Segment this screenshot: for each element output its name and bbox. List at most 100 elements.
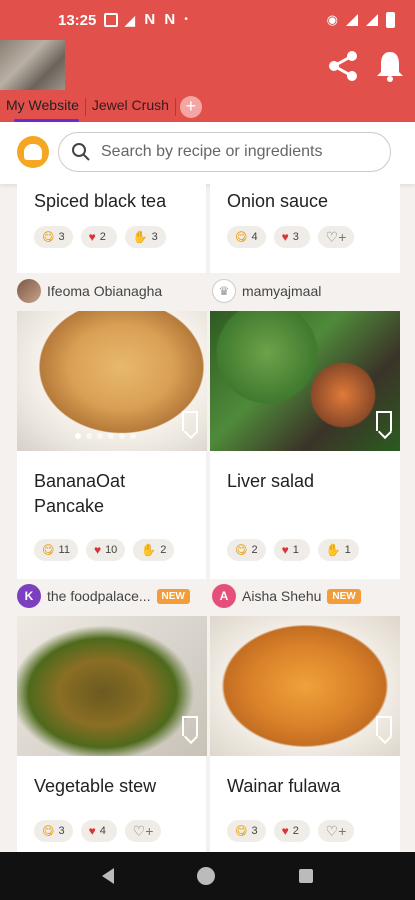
recent-apps-icon[interactable] [299,869,314,883]
add-reaction-button[interactable]: ♡+ [317,820,355,842]
heart-icon: ♥ [281,824,289,838]
add-reaction-button[interactable]: ♡+ [317,226,355,248]
author-mamyajmaal[interactable]: ♛ mamyajmaal [212,279,321,303]
reaction-clap[interactable]: ✋ 1 [317,539,359,561]
search-icon [72,143,90,161]
add-reaction-icon: ♡+ [325,822,347,839]
add-reaction-icon: ♡+ [132,822,154,839]
reaction-yum[interactable]: 😋 11 [34,539,78,561]
yum-icon: 😋 [42,230,55,244]
reaction-yum[interactable]: 😋 3 [227,820,266,842]
status-time: 13:25 [58,11,97,29]
tab-jewel-crush[interactable]: Jewel Crush [86,92,175,122]
yum-icon: 😋 [235,543,248,557]
bookmark-icon[interactable] [376,716,392,736]
signal-icon [346,14,358,26]
author-aisha-shehu[interactable]: A Aisha Shehu NEW [212,584,361,608]
photo-carousel-dots [75,433,136,439]
recipe-feed[interactable]: Spiced black tea 😋 3 ♥ 2 ✋ 3 Onion sauce 😋 4… [0,184,415,852]
reactions: 😋 2 ♥ 1 ✋ 1 [227,539,359,561]
reactions: 😋 3 ♥ 2 ✋ 3 [34,226,166,248]
reaction-heart[interactable]: ♥ 10 [85,539,126,561]
recipe-title: Wainar fulawa [227,776,341,796]
reactions: 😋 11 ♥ 10 ✋ 2 [34,539,175,561]
add-reaction-icon: ♡+ [325,228,347,245]
recipe-card-liver-salad[interactable]: Liver salad 😋 2 ♥ 1 ✋ 1 [210,311,400,579]
recipe-photo[interactable] [210,616,400,756]
dot-icon: • [184,14,188,25]
reaction-yum[interactable]: 😋 4 [227,226,266,248]
search-placeholder: Search by recipe or ingredients [101,143,323,160]
recipe-card-bananaoat-pancake[interactable]: BananaOat Pancake 😋 11 ♥ 10 ✋ 2 [17,311,207,579]
avatar: K [17,584,41,608]
search-input[interactable]: Search by recipe or ingredients [58,132,391,172]
bookmark-icon[interactable] [182,411,198,431]
add-reaction-button[interactable]: ♡+ [124,820,162,842]
reaction-yum[interactable]: 😋 3 [34,820,73,842]
heart-icon: ♥ [281,230,289,244]
recipe-card-vegetable-stew[interactable]: Vegetable stew 😋 3 ♥ 4 ♡+ [17,616,207,852]
home-icon[interactable] [197,867,216,885]
recipe-photo[interactable] [210,311,400,451]
reaction-heart[interactable]: ♥ 1 [273,539,310,561]
heart-icon: ♥ [88,824,96,838]
heart-icon: ♥ [88,230,96,244]
reaction-clap[interactable]: ✋ 3 [124,226,166,248]
recipe-photo[interactable] [17,616,207,756]
reaction-heart[interactable]: ♥ 4 [80,820,117,842]
tab-my-website[interactable]: My Website [0,92,85,122]
bookmark-icon[interactable] [182,716,198,736]
app-header: My Website Jewel Crush + [0,40,415,122]
clap-icon: ✋ [325,543,341,557]
tab-divider [174,98,176,116]
yum-icon: 😋 [42,543,55,557]
back-icon[interactable] [101,868,114,884]
eye-icon: ◉ [326,12,338,27]
notification-icons: ◢ N N • [104,11,198,28]
bell-icon[interactable] [372,48,408,84]
reaction-yum[interactable]: 😋 3 [34,226,73,248]
avatar [17,279,41,303]
bookmark-icon[interactable] [376,411,392,431]
chef-hat-avatar-icon: ♛ [212,279,236,303]
recipe-title: Vegetable stew [34,776,157,796]
author-name: the foodpalace... [47,588,151,604]
reaction-heart[interactable]: ♥ 2 [273,820,310,842]
recipe-card-spiced-black-tea[interactable]: Spiced black tea 😋 3 ♥ 2 ✋ 3 [17,184,206,273]
n-app-icon-2: N [164,11,176,28]
recipe-title: BananaOat Pancake [34,471,126,516]
recipe-card-wainar-fulawa[interactable]: Wainar fulawa 😋 3 ♥ 2 ♡+ [210,616,400,852]
system-nav-bar [0,852,415,900]
clap-icon: ✋ [141,543,157,557]
telegram-icon: ◢ [124,12,136,28]
website-thumbnail[interactable] [0,40,65,90]
reaction-yum[interactable]: 😋 2 [227,539,266,561]
share-icon[interactable] [325,48,361,84]
clap-icon: ✋ [132,230,148,244]
author-ifeoma[interactable]: Ifeoma Obianagha [17,279,162,303]
status-bar: 13:25 ◢ N N • ◉ [0,0,415,40]
recipe-card-onion-sauce[interactable]: Onion sauce 😋 4 ♥ 3 ♡+ [210,184,400,273]
heart-icon: ♥ [93,543,102,557]
yum-icon: 😋 [235,824,248,838]
author-name: Aisha Shehu [242,588,322,604]
new-badge: NEW [156,588,190,604]
system-icons: ◉ [327,12,395,28]
recipe-photo[interactable] [17,311,207,451]
yum-icon: 😋 [42,824,55,838]
recipe-title: Onion sauce [227,191,329,211]
author-foodpalace[interactable]: K the foodpalace... NEW [17,584,190,608]
add-tab-button[interactable]: + [179,96,202,118]
reaction-clap[interactable]: ✋ 2 [133,539,175,561]
recipe-title: Liver salad [227,471,315,491]
new-badge: NEW [327,588,361,604]
battery-icon [386,12,395,28]
reaction-heart[interactable]: ♥ 2 [80,226,117,248]
reaction-heart[interactable]: ♥ 3 [273,226,310,248]
browser-tabs: My Website Jewel Crush + [0,92,202,122]
cookpad-logo-icon[interactable] [17,136,49,168]
calendar-icon [104,13,119,27]
recipe-title: Spiced black tea [34,191,167,211]
author-name: mamyajmaal [242,283,322,299]
avatar: A [212,584,236,608]
